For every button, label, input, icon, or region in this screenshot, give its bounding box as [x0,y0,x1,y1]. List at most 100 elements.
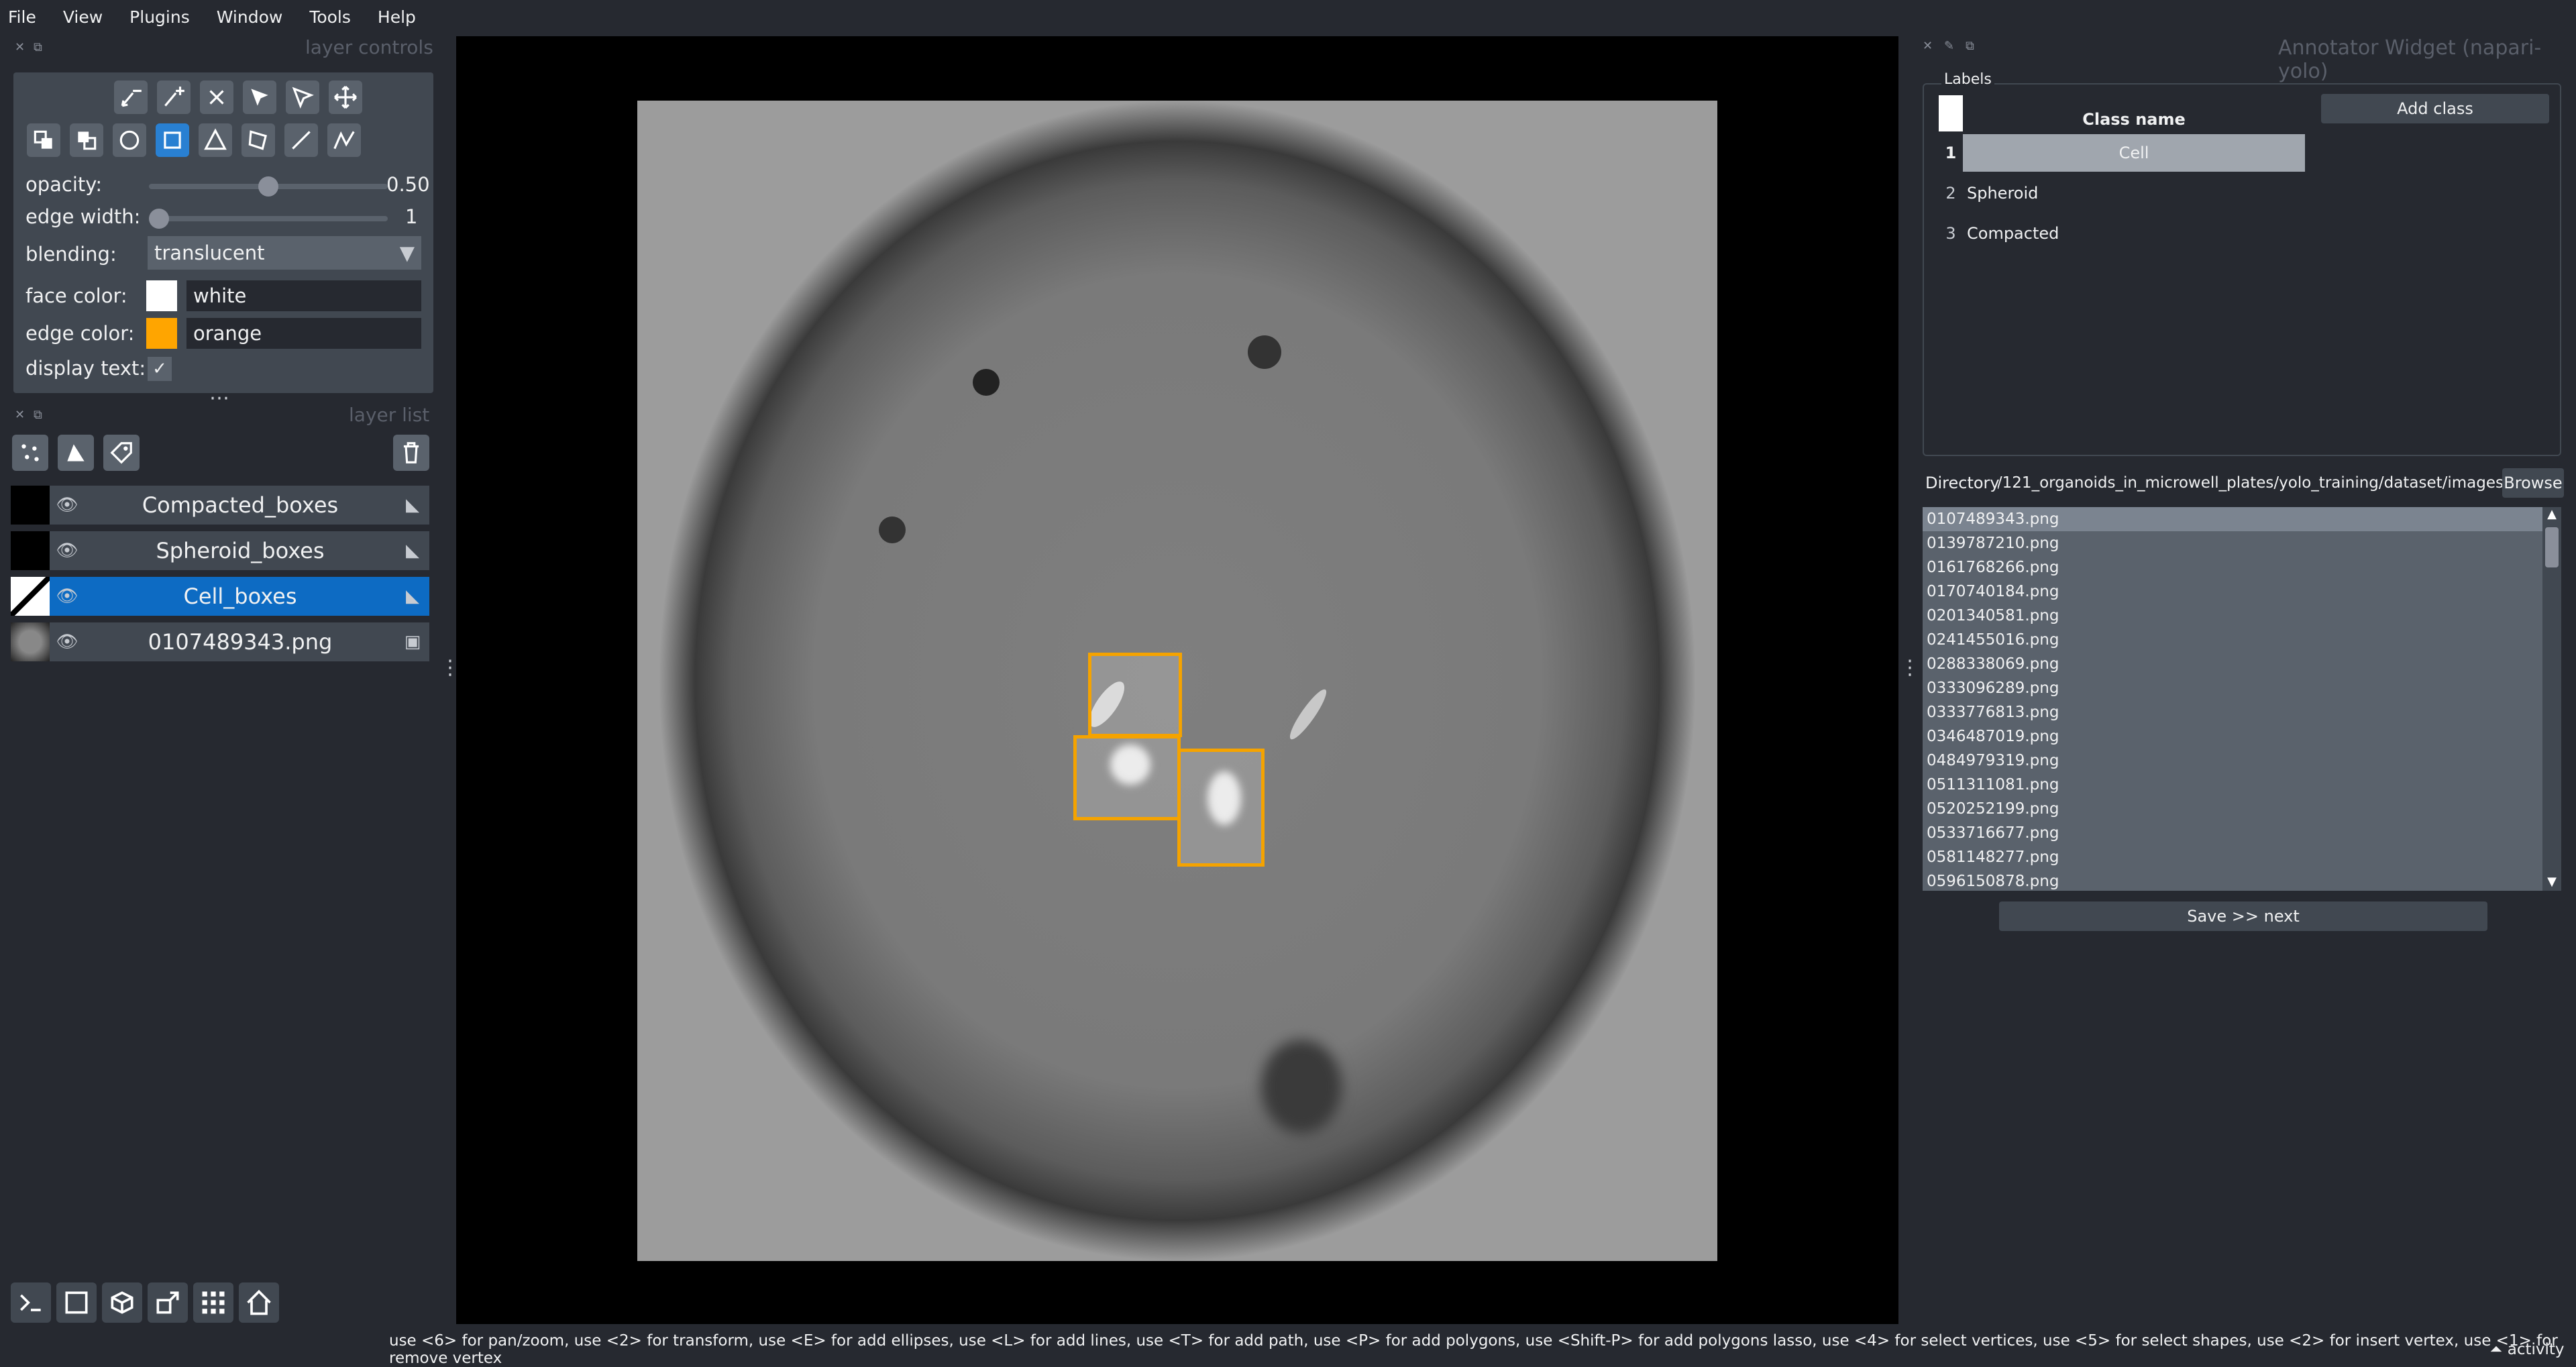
blending-select[interactable]: translucent ▼ [148,236,421,270]
edge-width-slider-handle[interactable] [149,209,169,229]
row-number[interactable]: 2 [1939,174,1963,212]
direct-select-icon[interactable] [286,80,319,114]
table-header-class-name[interactable]: Class name [1963,95,2305,131]
layer-name: 0107489343.png [148,629,333,655]
visibility-eye-icon[interactable]: 👁 [50,586,85,606]
file-list-item[interactable]: 0170740184.png [1923,580,2542,604]
menu-bar: File View Plugins Window Tools Help [0,0,2576,34]
cell-bounding-box[interactable] [1073,735,1181,820]
dock-settings-icon[interactable]: ✎ [1944,39,1954,53]
home-icon[interactable] [239,1282,279,1323]
add-point-icon[interactable] [157,80,191,114]
file-list-item[interactable]: 0484979319.png [1923,749,2542,773]
dock-float-icon[interactable]: ⧉ [1966,39,1974,53]
dock-close-icon[interactable]: ✕ [15,408,25,422]
edge-color-swatch[interactable] [146,318,177,349]
menu-help[interactable]: Help [378,7,416,27]
file-list-scrollbar[interactable]: ▲ ▼ [2542,507,2561,891]
file-list-item[interactable]: 0581148277.png [1923,845,2542,869]
scroll-down-icon[interactable]: ▼ [2544,875,2560,891]
file-list-item[interactable]: 0139787210.png [1923,531,2542,555]
visibility-eye-icon[interactable]: 👁 [50,541,85,561]
file-list-item[interactable]: 0161768266.png [1923,555,2542,580]
menu-file[interactable]: File [8,7,36,27]
menu-tools[interactable]: Tools [309,7,351,27]
status-bar: use <6> for pan/zoom, use <2> for transf… [0,1332,2576,1367]
file-list-item[interactable]: 0241455016.png [1923,628,2542,652]
move-front-icon[interactable] [27,123,60,157]
file-list[interactable]: 0107489343.png 0139787210.png 0161768266.p… [1923,507,2542,891]
new-labels-layer-icon[interactable] [103,435,140,471]
scroll-up-icon[interactable]: ▲ [2544,507,2560,523]
add-class-button[interactable]: Add class [2321,94,2549,123]
save-next-button[interactable]: Save >> next [1999,901,2487,931]
rectangle-icon[interactable] [156,123,189,157]
ndisplay-icon[interactable] [56,1282,97,1323]
face-color-swatch[interactable] [146,280,177,311]
polygon-icon[interactable] [241,123,275,157]
triangle-icon[interactable] [199,123,232,157]
file-list-item[interactable]: 0346487019.png [1923,724,2542,749]
line-icon[interactable] [284,123,318,157]
resize-handle-icon[interactable]: ⋯ [209,386,229,410]
table-corner[interactable] [1939,95,1963,131]
class-cell[interactable]: Spheroid [1967,174,2305,212]
grid-view-icon[interactable] [193,1282,233,1323]
file-list-item[interactable]: 0596150878.png [1923,869,2542,893]
menu-window[interactable]: Window [217,7,283,27]
console-icon[interactable] [11,1282,51,1323]
new-shapes-layer-icon[interactable] [58,435,94,471]
cell-bounding-box[interactable] [1177,749,1265,867]
face-color-field[interactable]: white [186,280,421,311]
select-shape-icon[interactable] [243,80,276,114]
delete-layer-icon[interactable] [393,435,429,471]
file-list-item[interactable]: 0533716677.png [1923,821,2542,845]
opacity-slider-handle[interactable] [258,176,278,197]
display-text-label: display text: [25,357,146,380]
display-text-checkbox[interactable]: ✓ [148,357,172,381]
move-icon[interactable] [329,80,362,114]
browse-button[interactable]: Browse [2502,468,2564,498]
move-back-icon[interactable] [70,123,103,157]
transpose-icon[interactable] [148,1282,188,1323]
layer-name: Compacted_boxes [142,492,339,518]
file-list-item[interactable]: 0107489343.png [1923,507,2542,531]
delete-shape-icon[interactable] [200,80,233,114]
activity-button[interactable]: ⏶ activity [2490,1341,2565,1358]
layer-row[interactable]: 👁 0107489343.png ▣ [11,622,429,661]
ellipse-icon[interactable] [113,123,146,157]
dock-float-icon[interactable]: ⧉ [34,408,42,422]
splitter-handle-icon[interactable]: ⋮ [1900,658,1920,678]
file-list-item[interactable]: 0201340581.png [1923,604,2542,628]
edge-color-field[interactable]: orange [186,318,421,349]
file-list-item[interactable]: 0511311081.png [1923,773,2542,797]
edge-width-slider[interactable] [149,216,388,221]
layer-row[interactable]: 👁 Spheroid_boxes ◣ [11,531,429,570]
scrollbar-handle[interactable] [2545,527,2559,567]
dock-close-icon[interactable]: ✕ [15,40,25,54]
dark-spot [1248,335,1281,369]
new-points-layer-icon[interactable] [12,435,48,471]
layer-row[interactable]: 👁 Cell_boxes ◣ [11,577,429,616]
path-icon[interactable] [327,123,361,157]
cell-bounding-box[interactable] [1088,653,1182,737]
directory-field[interactable]: projects/121_organoids_in_microwell_plat… [1998,470,2504,496]
layer-row[interactable]: 👁 Compacted_boxes ◣ [11,486,429,525]
shapes-layer-icon: ◣ [406,586,419,606]
menu-view[interactable]: View [63,7,103,27]
class-cell[interactable]: Cell [1963,134,2305,172]
file-list-item[interactable]: 0333776813.png [1923,700,2542,724]
visibility-eye-icon[interactable]: 👁 [50,632,85,652]
roll-dims-icon[interactable] [102,1282,142,1323]
row-number[interactable]: 1 [1939,134,1963,172]
remove-point-icon[interactable] [114,80,148,114]
dock-close-icon[interactable]: ✕ [1923,39,1933,53]
menu-plugins[interactable]: Plugins [129,7,190,27]
class-cell[interactable]: Compacted [1967,215,2305,252]
visibility-eye-icon[interactable]: 👁 [50,495,85,515]
file-list-item[interactable]: 0288338069.png [1923,652,2542,676]
file-list-item[interactable]: 0520252199.png [1923,797,2542,821]
file-list-item[interactable]: 0333096289.png [1923,676,2542,700]
row-number[interactable]: 3 [1939,215,1963,252]
dock-float-icon[interactable]: ⧉ [34,40,42,54]
